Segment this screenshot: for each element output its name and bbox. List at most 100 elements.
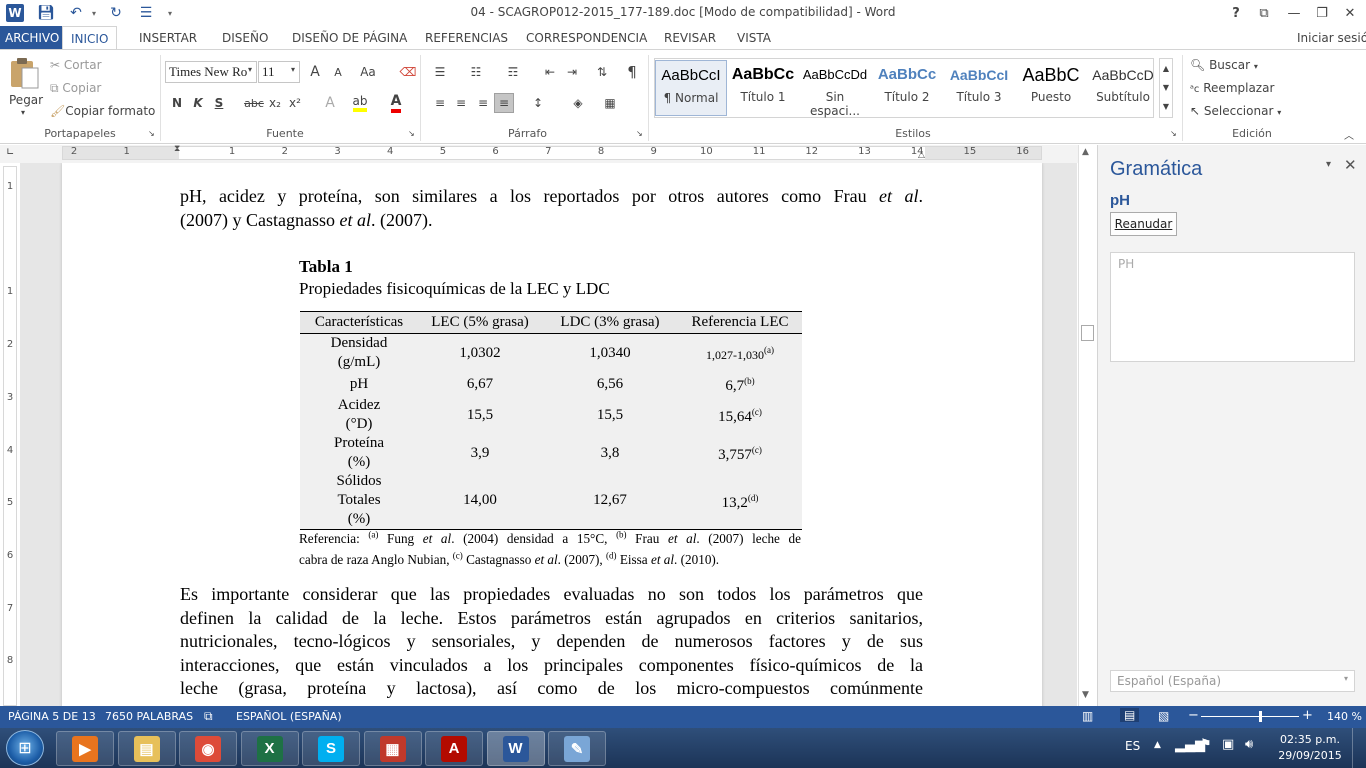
numbering-icon[interactable]: ☷	[466, 62, 486, 82]
suggestion-item[interactable]: PH	[1118, 257, 1134, 271]
style-subtitulo[interactable]: AaBbCcD Subtítulo	[1087, 60, 1159, 116]
vertical-scrollbar[interactable]: ▲ ▼	[1078, 145, 1096, 706]
font-launcher-icon[interactable]: ↘	[408, 129, 415, 138]
font-size-dropdown-icon[interactable]: ▾	[291, 65, 295, 74]
tab-archivo[interactable]: ARCHIVO	[0, 26, 65, 50]
zoom-level[interactable]: 140 %	[1327, 710, 1362, 723]
language-select[interactable]: Español (España) ▾	[1110, 670, 1355, 692]
format-painter-button[interactable]: 🖌︎Copiar formato	[50, 104, 155, 118]
taskbar-app-excel[interactable]: X	[240, 731, 299, 766]
clipboard-launcher-icon[interactable]: ↘	[148, 129, 155, 138]
superscript-icon[interactable]: x²	[285, 93, 305, 113]
tab-referencias[interactable]: REFERENCIAS	[417, 26, 516, 50]
clear-formatting-icon[interactable]: ⌫	[398, 62, 418, 82]
device-icon[interactable]: ▣	[1222, 737, 1234, 752]
decrease-indent-icon[interactable]: ⇤	[540, 62, 560, 82]
tab-selector-icon[interactable]: ∟	[6, 148, 16, 158]
restore-icon[interactable]: ❐	[1308, 2, 1336, 24]
taskbar-app-app[interactable]: ▦	[363, 731, 422, 766]
bullets-icon[interactable]: ☰	[430, 62, 450, 82]
zoom-slider-thumb[interactable]	[1258, 711, 1262, 722]
subscript-icon[interactable]: x₂	[265, 93, 285, 113]
print-layout-icon[interactable]: ▤	[1120, 708, 1140, 722]
zoom-in-icon[interactable]: +	[1302, 708, 1313, 723]
style-puesto[interactable]: AaBbC Puesto	[1015, 60, 1087, 116]
taskbar-app-skype[interactable]: S	[302, 731, 360, 766]
help-icon[interactable]: ?	[1222, 2, 1250, 24]
font-color-icon[interactable]: A	[386, 93, 406, 113]
horizontal-ruler[interactable]: 2 1 1 2 3 4 5 6 7 8 9 10 11 12 13 14 15 16 ⧗ △	[62, 144, 1042, 160]
styles-launcher-icon[interactable]: ↘	[1170, 129, 1177, 138]
pane-options-icon[interactable]: ▾	[1326, 159, 1331, 170]
bold-icon[interactable]: N	[167, 93, 187, 113]
zoom-slider-track[interactable]	[1201, 716, 1299, 717]
styles-scroll[interactable]: ▲ ▼ ▼	[1159, 58, 1173, 118]
style-sin-espaciado[interactable]: AaBbCcDd Sin espaci...	[799, 60, 871, 118]
select-button[interactable]: ↖ Seleccionar ▾	[1190, 104, 1281, 118]
document-area[interactable]: pH, acidez y proteína, son similares a l…	[20, 163, 1077, 706]
grow-font-icon[interactable]: A	[305, 62, 325, 82]
tab-diseno-pagina[interactable]: DISEÑO DE PÁGINA	[284, 26, 415, 50]
style-normal[interactable]: AaBbCcI ¶ Normal	[655, 60, 727, 116]
start-button[interactable]: ⊞	[6, 730, 44, 766]
sign-in-link[interactable]: Iniciar sesión	[1289, 26, 1366, 50]
highlight-icon[interactable]: ab	[350, 93, 370, 113]
page-count[interactable]: PÁGINA 5 DE 13	[8, 710, 96, 723]
text-effects-icon[interactable]: A	[320, 93, 340, 113]
zoom-out-icon[interactable]: −	[1188, 708, 1199, 723]
taskbar-app-file-explorer[interactable]: ▤	[117, 731, 176, 766]
tab-correspondencia[interactable]: CORRESPONDENCIA	[518, 26, 655, 50]
pane-close-icon[interactable]: ✕	[1344, 156, 1357, 174]
tab-revisar[interactable]: REVISAR	[656, 26, 724, 50]
paste-dropdown-icon[interactable]: ▾	[21, 108, 25, 117]
scroll-down-icon[interactable]: ▼	[1082, 690, 1089, 700]
volume-icon[interactable]: 🔊︎	[1245, 737, 1253, 752]
replace-button[interactable]: ᵃc Reemplazar	[1190, 81, 1274, 95]
word-count[interactable]: 7650 PALABRAS	[105, 710, 193, 723]
indent-marker-icon[interactable]: ⧗	[174, 144, 180, 154]
paste-icon[interactable]	[8, 56, 42, 92]
taskbar-app-word[interactable]: W	[486, 731, 545, 766]
read-mode-icon[interactable]: ▥	[1082, 709, 1093, 723]
tab-inicio[interactable]: INICIO	[62, 26, 118, 51]
style-titulo-1[interactable]: AaBbCc Título 1	[727, 60, 799, 116]
collapse-ribbon-icon[interactable]: ︿	[1344, 127, 1354, 142]
find-button[interactable]: 🔍︎ Buscar ▾	[1190, 58, 1258, 72]
shrink-font-icon[interactable]: A	[328, 62, 348, 82]
italic-icon[interactable]: K	[188, 93, 208, 113]
align-center-icon[interactable]: ≡	[451, 93, 471, 113]
language-status[interactable]: ESPAÑOL (ESPAÑA)	[236, 710, 342, 723]
paragraph-2[interactable]: Es importante considerar que las propied…	[180, 583, 923, 701]
style-titulo-2[interactable]: AaBbCc Título 2	[871, 60, 943, 116]
font-name-combo[interactable]: Times New Ro	[165, 61, 257, 83]
font-name-dropdown-icon[interactable]: ▾	[248, 65, 252, 74]
suggestions-list[interactable]: PH	[1110, 252, 1355, 362]
paste-button[interactable]: Pegar	[9, 93, 43, 107]
change-case-icon[interactable]: Aa	[358, 62, 378, 82]
show-hidden-icons[interactable]: ▲	[1154, 740, 1161, 750]
paragraph-1[interactable]: pH, acidez y proteína, son similares a l…	[180, 185, 923, 232]
shading-icon[interactable]: ◈	[568, 93, 588, 113]
clock-date[interactable]: 29/09/2015	[1277, 749, 1343, 762]
copy-button[interactable]: ⧉ Copiar	[50, 81, 101, 96]
scroll-thumb[interactable]	[1081, 325, 1094, 341]
paragraph-launcher-icon[interactable]: ↘	[636, 129, 643, 138]
close-icon[interactable]: ✕	[1336, 2, 1364, 24]
align-right-icon[interactable]: ≡	[473, 93, 493, 113]
multilevel-list-icon[interactable]: ☶	[503, 62, 523, 82]
clock-time[interactable]: 02:35 p.m.	[1277, 733, 1343, 746]
taskbar-app-chrome[interactable]: ◉	[179, 731, 237, 766]
minimize-icon[interactable]: —	[1280, 2, 1308, 24]
scroll-up-icon[interactable]: ▲	[1160, 59, 1172, 78]
more-styles-icon[interactable]: ▼	[1160, 97, 1172, 116]
style-titulo-3[interactable]: AaBbCcI Título 3	[943, 60, 1015, 116]
borders-icon[interactable]: ▦	[600, 93, 620, 113]
show-desktop-button[interactable]	[1352, 728, 1366, 768]
tab-diseno[interactable]: DISEÑO	[214, 26, 276, 50]
show-marks-icon[interactable]: ¶	[622, 62, 642, 82]
line-spacing-icon[interactable]: ↕	[528, 93, 548, 113]
align-left-icon[interactable]: ≡	[430, 93, 450, 113]
taskbar-app-acrobat[interactable]: A	[425, 731, 483, 766]
scroll-up-icon[interactable]: ▲	[1082, 147, 1089, 157]
increase-indent-icon[interactable]: ⇥	[562, 62, 582, 82]
